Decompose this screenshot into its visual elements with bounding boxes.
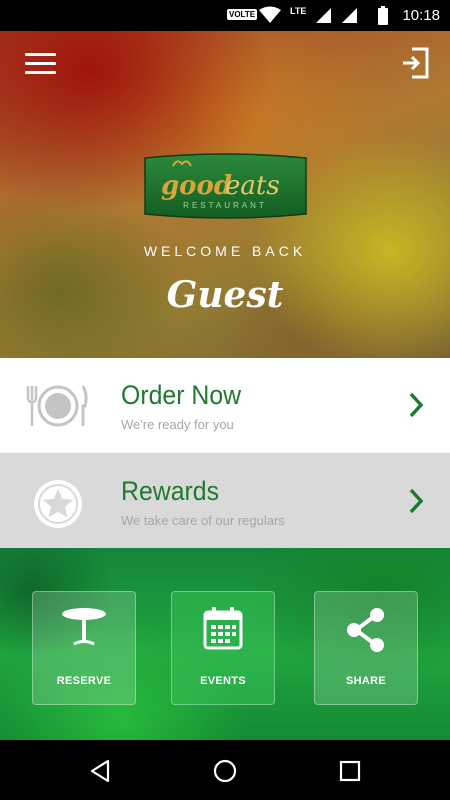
rewards-subtitle: We take care of our regulars	[121, 513, 285, 528]
home-icon[interactable]	[211, 757, 239, 785]
menu-icon	[25, 53, 56, 56]
battery-icon	[378, 6, 388, 25]
wifi-icon	[259, 6, 281, 23]
plate-icon	[26, 385, 88, 427]
network-type: LTE	[290, 6, 307, 16]
quick-actions: RESERVE EVENTS SHARE	[0, 548, 450, 740]
status-bar: VOLTE LTE 10:18	[0, 0, 450, 31]
login-icon[interactable]	[400, 45, 430, 81]
restaurant-logo: good eats RESTAURANT	[144, 153, 307, 219]
reserve-label: RESERVE	[56, 675, 112, 687]
volte-indicator: VOLTE	[227, 9, 258, 20]
back-icon[interactable]	[86, 757, 114, 785]
star-icon	[34, 480, 82, 528]
table-icon	[62, 608, 106, 646]
chevron-right-icon	[409, 488, 424, 514]
order-now-row[interactable]: Order Now We're ready for you	[0, 358, 450, 454]
share-label: SHARE	[345, 675, 386, 687]
rewards-row[interactable]: Rewards We take care of our regulars	[0, 454, 450, 548]
share-icon	[347, 608, 384, 652]
signal-icon	[316, 8, 331, 23]
events-label: EVENTS	[200, 675, 246, 687]
recents-icon[interactable]	[336, 757, 364, 785]
logo-subtitle: RESTAURANT	[183, 201, 267, 210]
calendar-icon	[203, 607, 243, 650]
order-now-title: Order Now	[121, 380, 242, 410]
user-name: Guest	[166, 274, 284, 316]
rewards-title: Rewards	[121, 476, 220, 506]
welcome-text: WELCOME BACK	[143, 243, 307, 259]
share-tile[interactable]: SHARE	[314, 591, 418, 705]
order-now-subtitle: We're ready for you	[121, 417, 234, 432]
chevron-right-icon	[409, 392, 424, 418]
logo-good: good	[161, 171, 232, 201]
menu-button[interactable]	[25, 53, 57, 75]
logo-eats: eats	[225, 171, 280, 201]
reserve-tile[interactable]: RESERVE	[32, 591, 136, 705]
hero-banner: good eats RESTAURANT WELCOME BACK Guest	[0, 31, 450, 358]
events-tile[interactable]: EVENTS	[171, 591, 275, 705]
clock: 10:18	[402, 7, 440, 24]
system-navigation-bar	[0, 740, 450, 800]
signal-icon-2	[342, 8, 357, 23]
